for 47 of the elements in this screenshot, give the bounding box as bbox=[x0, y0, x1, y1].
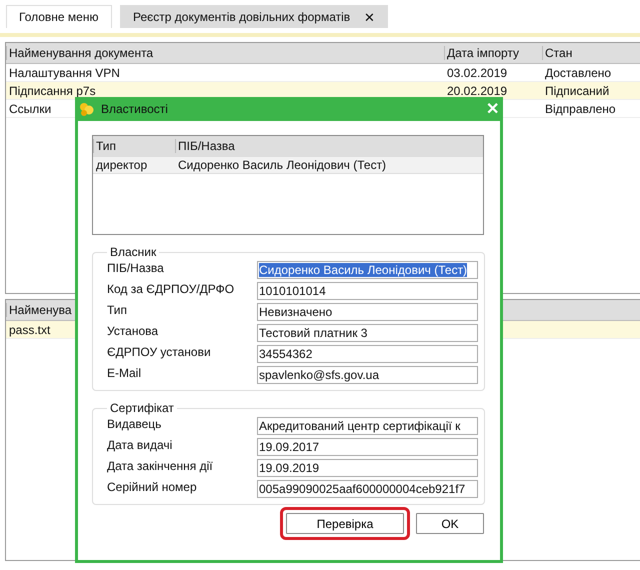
column-header[interactable]: Дата імпорту bbox=[444, 46, 520, 60]
field-label: Видавець bbox=[107, 417, 162, 431]
input-field[interactable]: Сидоренко Василь Леонідович (Тест) bbox=[257, 261, 478, 279]
input-field[interactable]: spavlenko@sfs.gov.ua bbox=[257, 366, 478, 384]
column-header[interactable]: Тип bbox=[93, 139, 116, 153]
field-label: Код за ЄДРПОУ/ДРФО bbox=[107, 282, 236, 296]
table-cell-text: pass.txt bbox=[8, 322, 50, 336]
input-field[interactable]: Невизначено bbox=[257, 303, 478, 321]
table-cell-text: Налаштування VPN bbox=[8, 66, 120, 80]
table-cell-text: Ссылки bbox=[8, 102, 52, 116]
dialog-button[interactable]: Перевірка bbox=[286, 513, 404, 534]
field-label: Дата видачі bbox=[107, 438, 174, 452]
input-field[interactable]: 1010101014 bbox=[257, 282, 478, 300]
tab[interactable]: Головне меню bbox=[6, 5, 112, 28]
tab[interactable]: Реєстр документів довільних форматів ✕ bbox=[120, 5, 388, 28]
field-label: E-Mail bbox=[107, 366, 142, 380]
column-header[interactable]: Найменування документа bbox=[6, 46, 154, 60]
field-label: ПІБ/Назва bbox=[107, 261, 165, 275]
field-label: Дата закінчення дії bbox=[107, 459, 214, 473]
dialog-button[interactable]: OK bbox=[416, 513, 484, 534]
field-label: Тип bbox=[107, 303, 128, 317]
table-row[interactable]: директор Сидоренко Василь Леонідович (Тест) bbox=[93, 157, 483, 174]
field-label: ЄДРПОУ установи bbox=[107, 345, 212, 359]
table-cell-text: директор bbox=[95, 158, 148, 172]
close-icon[interactable]: ✕ bbox=[364, 10, 376, 24]
input-field[interactable]: Акредитований центр сертифікації к bbox=[257, 417, 478, 435]
table-cell-text: 20.02.2019 bbox=[446, 84, 508, 98]
table-cell-text: Доставлено bbox=[544, 66, 612, 80]
input-field[interactable]: 19.09.2017 bbox=[257, 438, 478, 456]
column-header[interactable]: Найменува bbox=[6, 303, 72, 317]
table-cell-text: Підписання p7s bbox=[8, 84, 96, 98]
table-cell-text: 03.02.2019 bbox=[446, 66, 508, 80]
bee-logo-icon bbox=[79, 101, 95, 117]
table-cell-text: Підписаний bbox=[544, 84, 610, 98]
input-field[interactable]: Тестовий платник 3 bbox=[257, 324, 478, 342]
input-field[interactable]: 19.09.2019 bbox=[257, 459, 478, 477]
table-cell-text: Відправлено bbox=[544, 102, 616, 116]
column-header[interactable]: ПІБ/Назва bbox=[175, 139, 235, 153]
column-header[interactable]: Стан bbox=[542, 46, 572, 60]
input-field[interactable]: 34554362 bbox=[257, 345, 478, 363]
group-title: Сертифікат bbox=[109, 401, 175, 415]
table-cell-text: Сидоренко Василь Леонідович (Тест) bbox=[177, 158, 386, 172]
group-title: Власник bbox=[109, 245, 158, 259]
field-label: Установа bbox=[107, 324, 160, 338]
field-label: Серійний номер bbox=[107, 480, 198, 494]
dialog-title: Властивості bbox=[101, 102, 169, 116]
input-field[interactable]: 005a99090025aaf600000004ceb921f7 bbox=[257, 480, 478, 498]
